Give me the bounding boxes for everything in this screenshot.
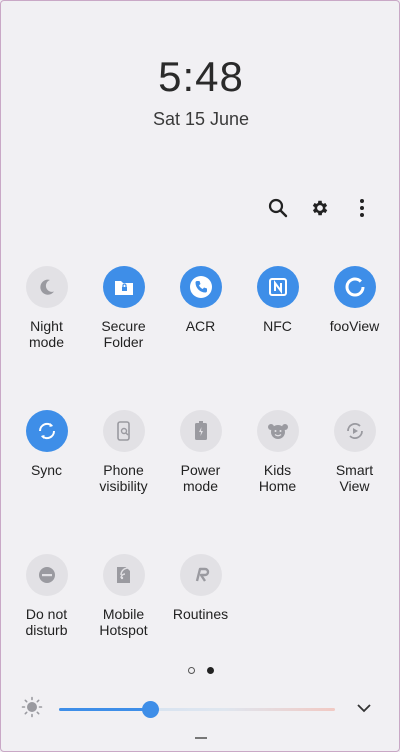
gear-icon[interactable] bbox=[309, 197, 331, 219]
tile-acr[interactable]: ACR bbox=[162, 266, 239, 350]
tile-label: NFC bbox=[263, 318, 292, 334]
tile-mobile-hotspot[interactable]: Mobile Hotspot bbox=[85, 554, 162, 638]
tile-label: Phone visibility bbox=[99, 462, 148, 494]
battery-icon bbox=[179, 410, 222, 452]
smart-view-icon bbox=[333, 410, 376, 452]
brightness-fill bbox=[59, 707, 151, 711]
tile-phone-visibility[interactable]: Phone visibility bbox=[85, 410, 162, 494]
clock-time: 5:48 bbox=[158, 53, 244, 100]
tile-label: Smart View bbox=[335, 462, 374, 494]
tile-sync[interactable]: Sync bbox=[8, 410, 85, 494]
tile-kids-home[interactable]: Kids Home bbox=[239, 410, 316, 494]
tile-label: ACR bbox=[185, 318, 216, 334]
tile-do-not-disturb[interactable]: Do not disturb bbox=[8, 554, 85, 638]
tile-label: Sync bbox=[30, 462, 63, 478]
tile-secure-folder[interactable]: Secure Folder bbox=[85, 266, 162, 350]
sun-icon bbox=[21, 696, 43, 723]
tile-nfc[interactable]: NFC bbox=[239, 266, 316, 350]
brightness-thumb[interactable] bbox=[142, 700, 160, 718]
quick-settings-panel: 5:48 Sat 15 June Night mode Secure Folde… bbox=[0, 0, 400, 752]
search-icon[interactable] bbox=[267, 197, 289, 219]
more-vertical-icon[interactable] bbox=[351, 197, 373, 219]
panel-toolbar bbox=[267, 197, 373, 219]
tile-label: Do not disturb bbox=[25, 606, 68, 638]
routines-icon bbox=[179, 554, 222, 596]
sync-icon bbox=[25, 410, 68, 452]
tile-label: Power mode bbox=[180, 462, 221, 494]
tile-label: Mobile Hotspot bbox=[99, 606, 148, 638]
brightness-slider[interactable] bbox=[59, 700, 335, 718]
tile-fooview[interactable]: fooView bbox=[316, 266, 393, 350]
tile-label: Night mode bbox=[28, 318, 65, 350]
folder-lock-icon bbox=[102, 266, 145, 308]
moon-icon bbox=[25, 266, 68, 308]
tile-label: Secure Folder bbox=[101, 318, 146, 350]
page-dot-current[interactable] bbox=[207, 667, 214, 674]
hotspot-icon bbox=[102, 554, 145, 596]
clock-date: Sat 15 June bbox=[152, 109, 250, 129]
tile-label: fooView bbox=[329, 318, 380, 334]
brightness-control bbox=[21, 696, 381, 723]
ring-icon bbox=[333, 266, 376, 308]
kids-face-icon bbox=[256, 410, 299, 452]
nfc-icon bbox=[256, 266, 299, 308]
tile-smart-view[interactable]: Smart View bbox=[316, 410, 393, 494]
tile-routines[interactable]: Routines bbox=[162, 554, 239, 638]
quick-tiles-grid: Night mode Secure Folder ACR NFC fooView bbox=[8, 266, 394, 638]
phone-icon bbox=[179, 266, 222, 308]
phone-search-icon bbox=[102, 410, 145, 452]
tile-night-mode[interactable]: Night mode bbox=[8, 266, 85, 350]
tile-label: Routines bbox=[172, 606, 229, 622]
chevron-down-icon[interactable] bbox=[357, 700, 371, 718]
minus-circle-icon bbox=[25, 554, 68, 596]
page-dot[interactable] bbox=[188, 667, 195, 674]
tile-power-mode[interactable]: Power mode bbox=[162, 410, 239, 494]
tile-label: Kids Home bbox=[258, 462, 297, 494]
page-indicator bbox=[1, 667, 400, 674]
panel-drag-handle[interactable] bbox=[195, 737, 207, 739]
